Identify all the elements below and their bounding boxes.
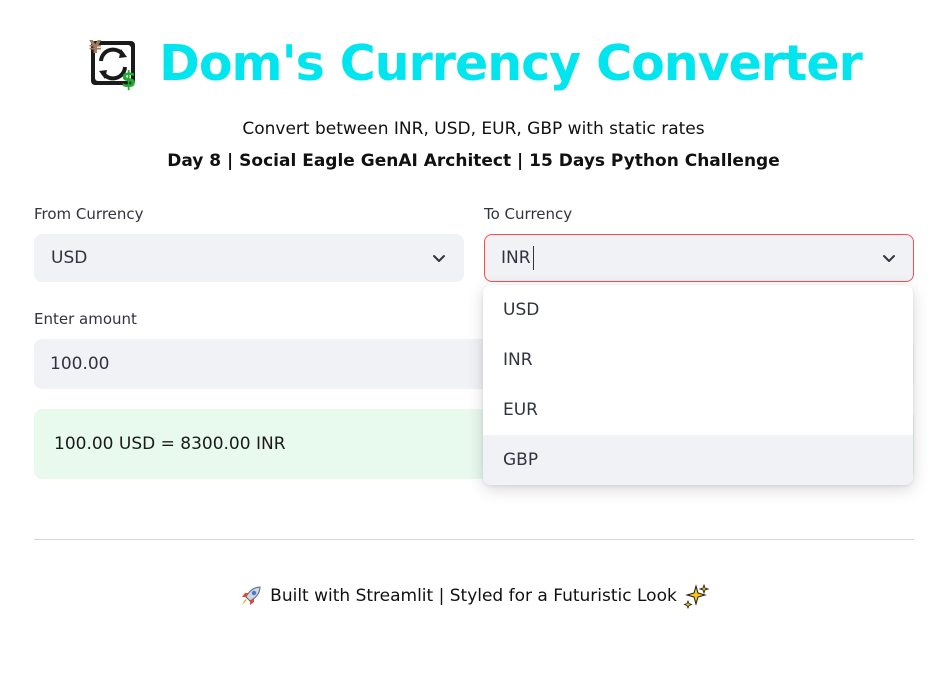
result-text: 100.00 USD = 8300.00 INR xyxy=(54,434,286,454)
from-currency-label: From Currency xyxy=(34,205,144,223)
dropdown-option-inr[interactable]: INR xyxy=(483,335,913,385)
sparkles-icon xyxy=(683,583,709,609)
dropdown-option-usd[interactable]: USD xyxy=(483,285,913,335)
title-row: ¥ $ Dom's Currency Converter xyxy=(0,30,947,96)
footer: Built with Streamlit | Styled for a Futu… xyxy=(0,582,947,610)
amount-value: 100.00 xyxy=(50,354,110,374)
app-page: ¥ $ Dom's Currency Converter Convert bet… xyxy=(0,0,947,685)
to-currency-label: To Currency xyxy=(484,205,573,223)
rocket-icon xyxy=(242,586,261,605)
to-currency-select[interactable]: INR xyxy=(484,234,914,282)
page-title: Dom's Currency Converter xyxy=(159,34,863,92)
dropdown-option-eur[interactable]: EUR xyxy=(483,385,913,435)
subtitle: Convert between INR, USD, EUR, GBP with … xyxy=(242,119,705,139)
amount-label: Enter amount xyxy=(34,310,137,328)
option-label: INR xyxy=(503,350,533,370)
chevron-down-icon xyxy=(883,255,895,262)
from-currency-select[interactable]: USD xyxy=(34,234,464,282)
tagline: Day 8 | Social Eagle GenAI Architect | 1… xyxy=(167,151,780,171)
text-cursor xyxy=(532,246,534,270)
dropdown-option-gbp[interactable]: GBP xyxy=(483,435,913,485)
footer-text: Built with Streamlit | Styled for a Futu… xyxy=(270,586,677,606)
svg-text:¥: ¥ xyxy=(89,37,102,58)
divider xyxy=(34,539,914,540)
option-label: USD xyxy=(503,300,540,320)
from-currency-value: USD xyxy=(51,248,88,268)
option-label: EUR xyxy=(503,400,538,420)
currency-exchange-icon: ¥ $ xyxy=(89,37,136,91)
to-currency-dropdown: USD INR EUR GBP xyxy=(483,285,913,485)
option-label: GBP xyxy=(503,450,539,470)
to-currency-value: INR xyxy=(501,248,531,268)
svg-text:$: $ xyxy=(121,68,136,91)
chevron-down-icon xyxy=(433,255,445,262)
